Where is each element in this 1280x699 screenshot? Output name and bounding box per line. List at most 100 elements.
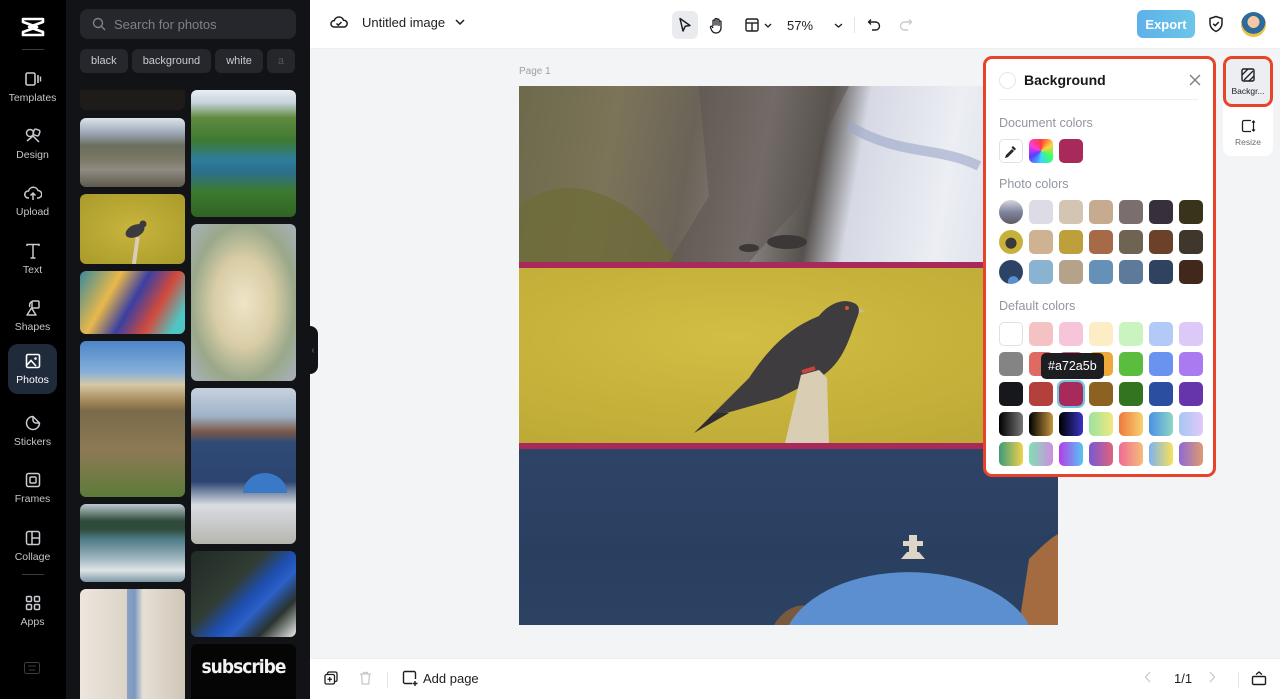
custom-color-picker-button[interactable] — [1029, 139, 1053, 163]
rail-item-stickers[interactable]: Stickers — [8, 406, 57, 456]
photo-color-swatch[interactable] — [1059, 200, 1083, 224]
photo-color-swatch[interactable] — [1179, 260, 1203, 284]
photo-color-source-pigeon[interactable] — [999, 230, 1023, 254]
photo-color-swatch[interactable] — [1119, 260, 1143, 284]
design-page[interactable] — [519, 86, 1058, 625]
photo-thumb-abstract-swirl[interactable] — [80, 271, 185, 334]
chip-white[interactable]: white — [215, 49, 263, 73]
collapse-panel-button[interactable]: ‹ — [308, 326, 318, 374]
default-color-swatch[interactable] — [999, 382, 1023, 406]
default-gradient-swatch[interactable] — [999, 442, 1023, 466]
photo-color-swatch[interactable] — [1089, 200, 1113, 224]
photo-color-swatch[interactable] — [1149, 230, 1173, 254]
rail-item-collage[interactable]: Collage — [8, 521, 57, 571]
default-color-swatch[interactable] — [1149, 382, 1173, 406]
photo-color-swatch[interactable] — [1029, 230, 1053, 254]
default-color-swatch[interactable] — [1089, 322, 1113, 346]
rail-item-apps[interactable]: Apps — [8, 586, 57, 636]
default-color-swatch[interactable] — [1119, 352, 1143, 376]
default-gradient-swatch[interactable] — [1119, 442, 1143, 466]
chip-background[interactable]: background — [131, 49, 212, 73]
photo-color-swatch[interactable] — [1029, 200, 1053, 224]
default-color-swatch[interactable] — [1119, 382, 1143, 406]
rail-item-upload[interactable]: Upload — [8, 176, 57, 226]
photo-color-swatch[interactable] — [1059, 230, 1083, 254]
zoom-dropdown[interactable]: 57% — [787, 11, 843, 39]
rail-item-frames[interactable]: Frames — [8, 463, 57, 513]
close-icon[interactable] — [1189, 74, 1201, 86]
eyedropper-button[interactable] — [999, 139, 1023, 163]
photo-color-swatch[interactable] — [1089, 260, 1113, 284]
photo-color-swatch[interactable] — [1029, 260, 1053, 284]
default-color-swatch[interactable] — [999, 352, 1023, 376]
keyboard-shortcuts-icon[interactable] — [24, 662, 40, 674]
photo-sea-dome[interactable] — [519, 449, 1058, 625]
page-manager-button[interactable] — [1251, 671, 1267, 686]
default-gradient-swatch[interactable] — [1089, 412, 1113, 436]
hand-tool-button[interactable] — [704, 11, 730, 39]
photo-color-source-sea-dome[interactable] — [999, 260, 1023, 284]
previous-page-button[interactable] — [1144, 671, 1152, 683]
default-color-swatch[interactable] — [1179, 352, 1203, 376]
photo-thumb-dark-texture[interactable] — [80, 90, 185, 110]
default-color-swatch[interactable] — [1057, 380, 1085, 408]
photo-color-swatch[interactable] — [1089, 230, 1113, 254]
rail-item-design[interactable]: Design — [8, 119, 57, 169]
default-gradient-swatch[interactable] — [1089, 442, 1113, 466]
default-color-swatch[interactable] — [1119, 322, 1143, 346]
photo-color-source-cliffs[interactable] — [999, 200, 1023, 224]
photo-color-swatch[interactable] — [1179, 230, 1203, 254]
next-page-button[interactable] — [1208, 671, 1216, 683]
photo-thumb-santorini-dome[interactable] — [191, 388, 296, 544]
duplicate-page-button[interactable] — [324, 671, 338, 685]
photo-search-box[interactable]: Search for photos — [80, 9, 296, 39]
default-gradient-swatch[interactable] — [1179, 412, 1203, 436]
default-gradient-swatch[interactable] — [999, 412, 1023, 436]
default-color-swatch[interactable] — [1059, 322, 1083, 346]
photo-thumb-lake-reflection[interactable] — [80, 504, 185, 582]
chip-more[interactable]: a — [266, 49, 295, 73]
photo-thumb-ponte-vecchio[interactable] — [80, 341, 185, 497]
photo-color-swatch[interactable] — [1059, 260, 1083, 284]
add-page-button[interactable]: Add page — [402, 670, 479, 686]
photo-color-swatch[interactable] — [1179, 200, 1203, 224]
document-title-dropdown[interactable]: Untitled image — [330, 14, 479, 30]
default-color-swatch[interactable] — [1029, 382, 1053, 406]
photo-color-swatch[interactable] — [1149, 200, 1173, 224]
document-color-swatch[interactable] — [1059, 139, 1083, 163]
layout-dropdown-button[interactable] — [740, 11, 776, 39]
default-color-swatch[interactable] — [1179, 382, 1203, 406]
undo-button[interactable] — [863, 11, 885, 39]
rail-item-shapes[interactable]: Shapes — [8, 291, 57, 341]
chip-black[interactable]: black — [80, 49, 128, 73]
default-gradient-swatch[interactable] — [1119, 412, 1143, 436]
default-gradient-swatch[interactable] — [1149, 412, 1173, 436]
photo-thumb-chicken-lemon-tray[interactable] — [191, 224, 296, 381]
default-color-swatch[interactable] — [1149, 322, 1173, 346]
rail-item-templates[interactable]: Templates — [8, 62, 57, 112]
redo-button[interactable] — [895, 11, 917, 39]
default-gradient-swatch[interactable] — [1059, 442, 1083, 466]
photo-thumb-closet-shelves[interactable] — [80, 589, 185, 699]
photo-cliffs-coast[interactable] — [519, 86, 1058, 262]
photo-color-swatch[interactable] — [1119, 230, 1143, 254]
photo-thumb-subscribe-sign[interactable]: subscribe — [191, 644, 296, 699]
default-gradient-swatch[interactable] — [1149, 442, 1173, 466]
default-color-swatch[interactable] — [1179, 322, 1203, 346]
default-color-swatch[interactable] — [1089, 382, 1113, 406]
photo-thumb-pigeon-yellow[interactable] — [80, 194, 185, 264]
photo-thumb-loan-keyboard[interactable] — [191, 551, 296, 637]
rail-item-photos[interactable]: Photos — [8, 344, 57, 394]
default-gradient-swatch[interactable] — [1179, 442, 1203, 466]
default-color-swatch[interactable] — [1029, 322, 1053, 346]
default-color-swatch[interactable] — [1149, 352, 1173, 376]
photo-color-swatch[interactable] — [1119, 200, 1143, 224]
capcut-logo-icon[interactable] — [18, 12, 48, 42]
delete-page-button[interactable] — [359, 671, 372, 685]
photo-thumb-river-valley[interactable] — [191, 90, 296, 217]
photo-color-swatch[interactable] — [1149, 260, 1173, 284]
search-input[interactable]: Search for photos — [114, 17, 217, 32]
default-gradient-swatch[interactable] — [1029, 412, 1053, 436]
default-color-swatch[interactable] — [999, 322, 1023, 346]
rail-item-text[interactable]: Text — [8, 234, 57, 284]
